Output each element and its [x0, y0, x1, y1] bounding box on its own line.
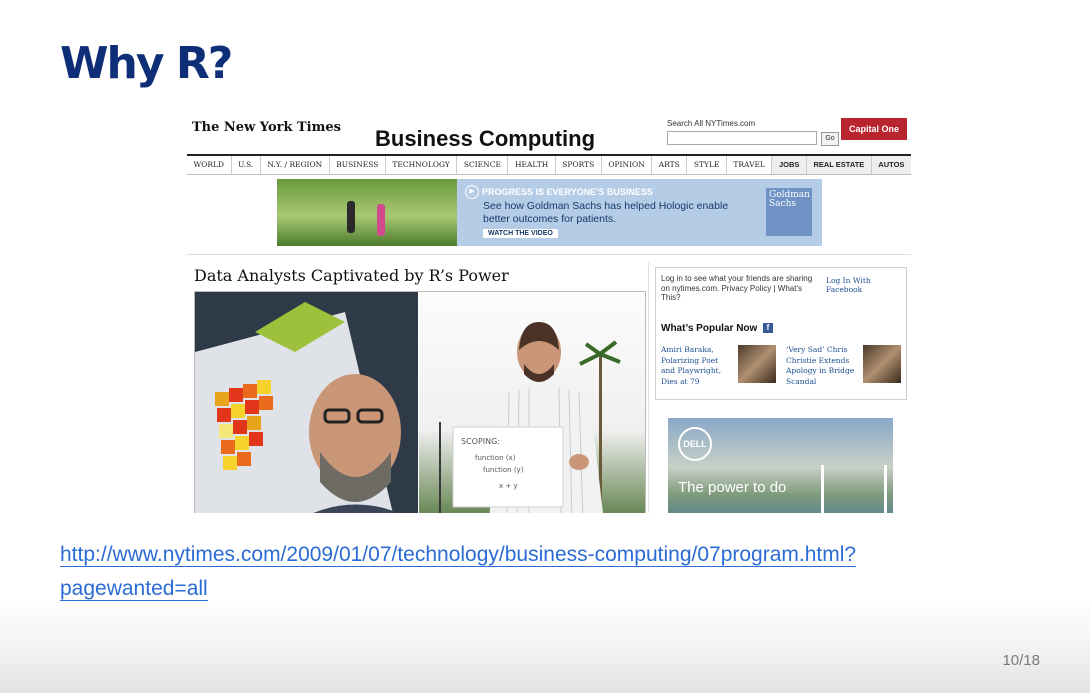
play-icon: ▶ — [465, 185, 479, 199]
goldman-sachs-banner-ad[interactable]: ▶ PROGRESS IS EVERYONE'S BUSINESS See ho… — [277, 179, 822, 246]
nav-item-travel[interactable]: TRAVEL — [727, 156, 773, 174]
search-go-button[interactable]: Go — [821, 132, 839, 146]
article-photo: SCOPING: function (x) function (y) x + y — [194, 291, 646, 513]
sponsor-logo[interactable]: Capital One — [841, 118, 907, 140]
article-link-line-1[interactable]: http://www.nytimes.com/2009/01/07/techno… — [60, 543, 857, 567]
nav-item-style[interactable]: STYLE — [687, 156, 727, 174]
nyt-screenshot: The New York Times Business Computing Se… — [185, 112, 913, 513]
column-divider — [648, 262, 649, 513]
divider — [187, 254, 911, 255]
section-title: Business Computing — [375, 126, 596, 151]
nav-item-technology[interactable]: TECHNOLOGY — [386, 156, 458, 174]
photo-whiteboard-man: SCOPING: function (x) function (y) x + y — [419, 292, 645, 513]
nav-item-opinion[interactable]: OPINION — [602, 156, 653, 174]
article-link[interactable]: http://www.nytimes.com/2009/01/07/techno… — [60, 538, 940, 606]
nav-item-jobs[interactable]: JOBS — [772, 156, 807, 174]
nav-item-autos[interactable]: AUTOS — [871, 156, 911, 174]
whiteboard-text-3: function (y) — [483, 466, 524, 474]
search-label: Search All NYTimes.com — [667, 119, 756, 128]
ad-body: See how Goldman Sachs has helped Hologic… — [483, 200, 729, 225]
slide-number: 10/18 — [1002, 652, 1040, 669]
whiteboard-text-2: function (x) — [475, 454, 516, 462]
slide-title: Why R? — [60, 38, 233, 89]
dell-ad[interactable]: DELL The power to do — [668, 418, 893, 513]
nav-item-arts[interactable]: ARTS — [652, 156, 688, 174]
whiteboard-text-4: x + y — [499, 482, 518, 490]
nav-item-science[interactable]: SCIENCE — [457, 156, 509, 174]
nav-item-business[interactable]: BUSINESS — [330, 156, 386, 174]
article-link-line-2[interactable]: pagewanted=all — [60, 577, 208, 601]
photo-heatmap-man — [195, 292, 418, 513]
dell-slogan: The power to do — [678, 479, 787, 496]
whiteboard-text-1: SCOPING: — [461, 437, 500, 446]
nav-item-health[interactable]: HEALTH — [508, 156, 556, 174]
nav-item-us[interactable]: U.S. — [232, 156, 261, 174]
ad-park-photo — [277, 179, 457, 246]
watch-video-button[interactable]: WATCH THE VIDEO — [483, 229, 558, 238]
facebook-icon: f — [763, 323, 773, 333]
popular-item-1[interactable]: Amiri Baraka, Polarizing Poet and Playwr… — [661, 345, 729, 387]
nav-item-real-estate[interactable]: REAL ESTATE — [806, 156, 872, 174]
popular-thumbnail-2[interactable] — [863, 345, 901, 383]
popular-thumbnail-1[interactable] — [738, 345, 776, 383]
popular-item-2[interactable]: ‘Very Sad’ Chris Christie Extends Apolog… — [786, 345, 860, 387]
facebook-login-link[interactable]: Log In With Facebook — [826, 276, 906, 294]
dell-logo: DELL — [678, 427, 712, 461]
ad-brand-logo: Goldman Sachs — [766, 188, 812, 236]
section-nav: WORLD U.S. N.Y. / REGION BUSINESS TECHNO… — [187, 154, 911, 175]
search-input[interactable] — [667, 131, 817, 145]
social-sidebar: Log in to see what your friends are shar… — [655, 267, 907, 400]
bracket-icon — [821, 465, 887, 513]
ad-headline: PROGRESS IS EVERYONE'S BUSINESS — [482, 187, 653, 197]
nav-item-ny-region[interactable]: N.Y. / REGION — [261, 156, 330, 174]
nyt-logo: The New York Times — [192, 120, 341, 135]
login-text: Log in to see what your friends are shar… — [661, 274, 813, 302]
nav-item-world[interactable]: WORLD — [187, 156, 232, 174]
article-headline[interactable]: Data Analysts Captivated by R’s Power — [194, 266, 509, 285]
nav-item-sports[interactable]: SPORTS — [556, 156, 602, 174]
popular-title: What’s Popular Now — [661, 323, 758, 334]
